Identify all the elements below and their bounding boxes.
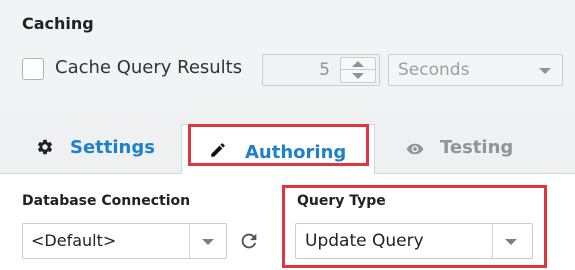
tab-authoring[interactable]: Authoring — [181, 124, 375, 174]
increment-arrow-icon[interactable] — [341, 58, 375, 70]
gear-icon — [37, 139, 53, 155]
tab-authoring-label: Authoring — [245, 142, 347, 163]
database-connection-value: <Default> — [31, 231, 117, 250]
cache-query-results-checkbox[interactable] — [22, 58, 44, 80]
pencil-icon — [211, 143, 225, 157]
cache-query-results-label[interactable]: Cache Query Results — [55, 57, 242, 78]
cache-duration-spinner[interactable]: 5 — [262, 54, 380, 86]
refresh-icon[interactable] — [238, 230, 260, 252]
cache-units-dropdown[interactable]: Seconds — [388, 54, 563, 86]
query-type-label: Query Type — [297, 193, 386, 209]
tab-testing[interactable]: Testing — [376, 124, 575, 174]
cache-duration-value[interactable]: 5 — [263, 55, 336, 85]
dropdown-divider — [189, 224, 190, 258]
database-connection-dropdown[interactable]: <Default> — [22, 223, 227, 259]
tab-bar: Settings Authoring Testing — [0, 112, 575, 174]
dropdown-divider — [492, 224, 493, 258]
chevron-down-icon — [505, 239, 517, 245]
chevron-down-icon — [202, 239, 214, 245]
tab-testing-label: Testing — [440, 137, 514, 158]
caching-title: Caching — [22, 14, 94, 33]
chevron-down-icon — [539, 68, 551, 74]
spinner-buttons — [340, 57, 376, 83]
tab-settings[interactable]: Settings — [0, 124, 180, 174]
caching-section: Caching Cache Query Results 5 Seconds — [0, 0, 575, 112]
query-type-value: Update Query — [305, 231, 424, 251]
database-connection-label: Database Connection — [22, 193, 191, 209]
cache-units-value: Seconds — [398, 60, 470, 80]
eye-icon — [406, 143, 424, 155]
query-type-dropdown[interactable]: Update Query — [295, 223, 533, 259]
decrement-arrow-icon[interactable] — [341, 70, 375, 82]
tab-settings-label: Settings — [70, 137, 155, 158]
